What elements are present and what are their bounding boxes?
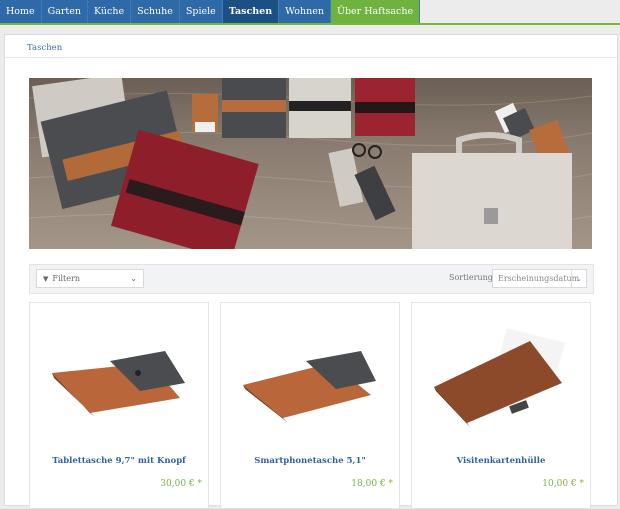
category-banner (29, 78, 592, 249)
sort-dropdown[interactable]: Erscheinungsdatum ⌄ (492, 269, 587, 288)
product-title[interactable]: Visitenkartenhülle (412, 456, 590, 466)
product-price: 18,00 € * (351, 479, 393, 489)
filter-dropdown[interactable]: ▼ Filtern ⌄ (36, 269, 144, 288)
filter-icon: ▼ (43, 274, 49, 283)
product-card[interactable]: Smartphonetasche 5,1" 18,00 € * (220, 302, 400, 509)
product-title[interactable]: Smartphonetasche 5,1" (221, 456, 399, 466)
product-image (52, 351, 185, 417)
product-card[interactable]: Visitenkartenhülle 10,00 € * (411, 302, 591, 509)
sort-label: Sortierung: (449, 273, 496, 282)
nav-item-garten[interactable]: Garten (41, 0, 88, 23)
nav-item-taschen[interactable]: Taschen (222, 0, 280, 23)
nav-item-kueche[interactable]: Küche (88, 0, 132, 23)
product-image (243, 351, 376, 422)
chevron-down-icon: ⌄ (130, 274, 137, 283)
product-title[interactable]: Tablettasche 9,7" mit Knopf (30, 456, 208, 466)
breadcrumb[interactable]: Taschen (27, 43, 62, 53)
banner-illustration (29, 78, 592, 249)
content-panel: Taschen ▼ Filtern ⌄ Sortierung: Erschein… (4, 34, 618, 509)
sort-value: Erscheinungsdatum (498, 274, 580, 283)
nav-item-schuhe[interactable]: Schuhe (131, 0, 180, 23)
chevron-down-icon: ⌄ (571, 270, 586, 287)
product-price: 30,00 € * (160, 479, 202, 489)
filter-bar: ▼ Filtern ⌄ Sortierung: Erscheinungsdatu… (29, 264, 594, 294)
nav-underline (0, 23, 620, 25)
nav-item-wohnen[interactable]: Wohnen (279, 0, 331, 23)
nav-item-spiele[interactable]: Spiele (179, 0, 223, 23)
product-card[interactable]: Tablettasche 9,7" mit Knopf 30,00 € * (29, 302, 209, 509)
nav-item-home[interactable]: Home (0, 0, 42, 23)
product-image (434, 328, 565, 427)
filter-label: Filtern (52, 274, 80, 283)
nav-item-ueber-haftsache[interactable]: Über Haftsache (330, 0, 421, 23)
product-price: 10,00 € * (542, 479, 584, 489)
breadcrumb-divider (5, 57, 617, 58)
